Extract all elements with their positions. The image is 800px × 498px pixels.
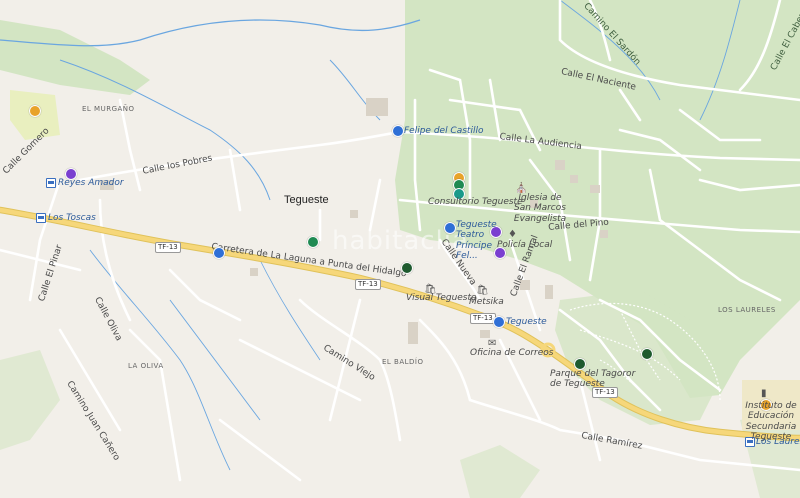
poi-marker-darkgreen[interactable] bbox=[641, 348, 653, 360]
area-label-el-baldio: EL BALDÍO bbox=[382, 358, 424, 366]
park-area-sw bbox=[0, 350, 60, 450]
place-label-los-toscas[interactable]: Los Toscas bbox=[48, 214, 96, 223]
place-label-parque-tagoror[interactable]: Parque del Tagoror de Tegueste bbox=[550, 369, 640, 390]
bus-stop-icon[interactable] bbox=[36, 213, 46, 223]
area-label-la-oliva: LA OLIVA bbox=[128, 362, 164, 370]
poi-marker-blue[interactable] bbox=[444, 222, 456, 234]
place-label-los-laureles-stop[interactable]: Los Laureles bbox=[756, 438, 800, 447]
park-area-se bbox=[460, 445, 540, 498]
poi-marker-darkgreen[interactable] bbox=[401, 262, 413, 274]
river bbox=[169, 299, 261, 421]
place-label-iglesia[interactable]: Iglesia de San Marcos Evangelista bbox=[510, 193, 570, 224]
poi-marker-blue[interactable] bbox=[493, 316, 505, 328]
place-label-tegueste-stop[interactable]: Tegueste bbox=[506, 318, 547, 327]
area-label-los-laureles: LOS LAURELES bbox=[718, 306, 776, 314]
place-label-metsika[interactable]: Metsika bbox=[469, 298, 504, 307]
town-label-tegueste: Tegueste bbox=[284, 194, 329, 206]
police-icon[interactable]: ♦ bbox=[508, 230, 517, 240]
road-shield-tf13: TF-13 bbox=[355, 279, 381, 290]
bus-stop-icon[interactable] bbox=[46, 178, 56, 188]
place-label-visual-tegueste[interactable]: Visual Tegueste bbox=[406, 294, 477, 303]
map-canvas[interactable]: habitaclia TF-13 TF-13 TF-13 TF-13 Carre… bbox=[0, 0, 800, 498]
place-label-felipe-del-castillo[interactable]: Felipe del Castillo bbox=[404, 127, 483, 136]
place-label-reyes-amador[interactable]: Reyes Amador bbox=[58, 179, 124, 188]
place-label-policia[interactable]: Policía Local bbox=[497, 241, 552, 250]
place-label-oficina-correos[interactable]: Oficina de Correos bbox=[470, 349, 553, 358]
area-label-el-murgano: EL MURGAÑO bbox=[82, 105, 135, 113]
poi-marker-green[interactable] bbox=[307, 236, 319, 248]
poi-marker-blue[interactable] bbox=[213, 247, 225, 259]
school-icon[interactable]: ▮ bbox=[761, 389, 767, 399]
park-area-left bbox=[0, 20, 150, 95]
shop-icon[interactable]: 🛍 bbox=[476, 286, 489, 296]
poi-marker-orange[interactable] bbox=[29, 105, 41, 117]
place-label-consultorio[interactable]: Consultorio Tegueste bbox=[428, 198, 523, 207]
road-shield-tf13: TF-13 bbox=[470, 313, 496, 324]
poi-marker-blue[interactable] bbox=[392, 125, 404, 137]
road-shield-tf13: TF-13 bbox=[155, 242, 181, 253]
